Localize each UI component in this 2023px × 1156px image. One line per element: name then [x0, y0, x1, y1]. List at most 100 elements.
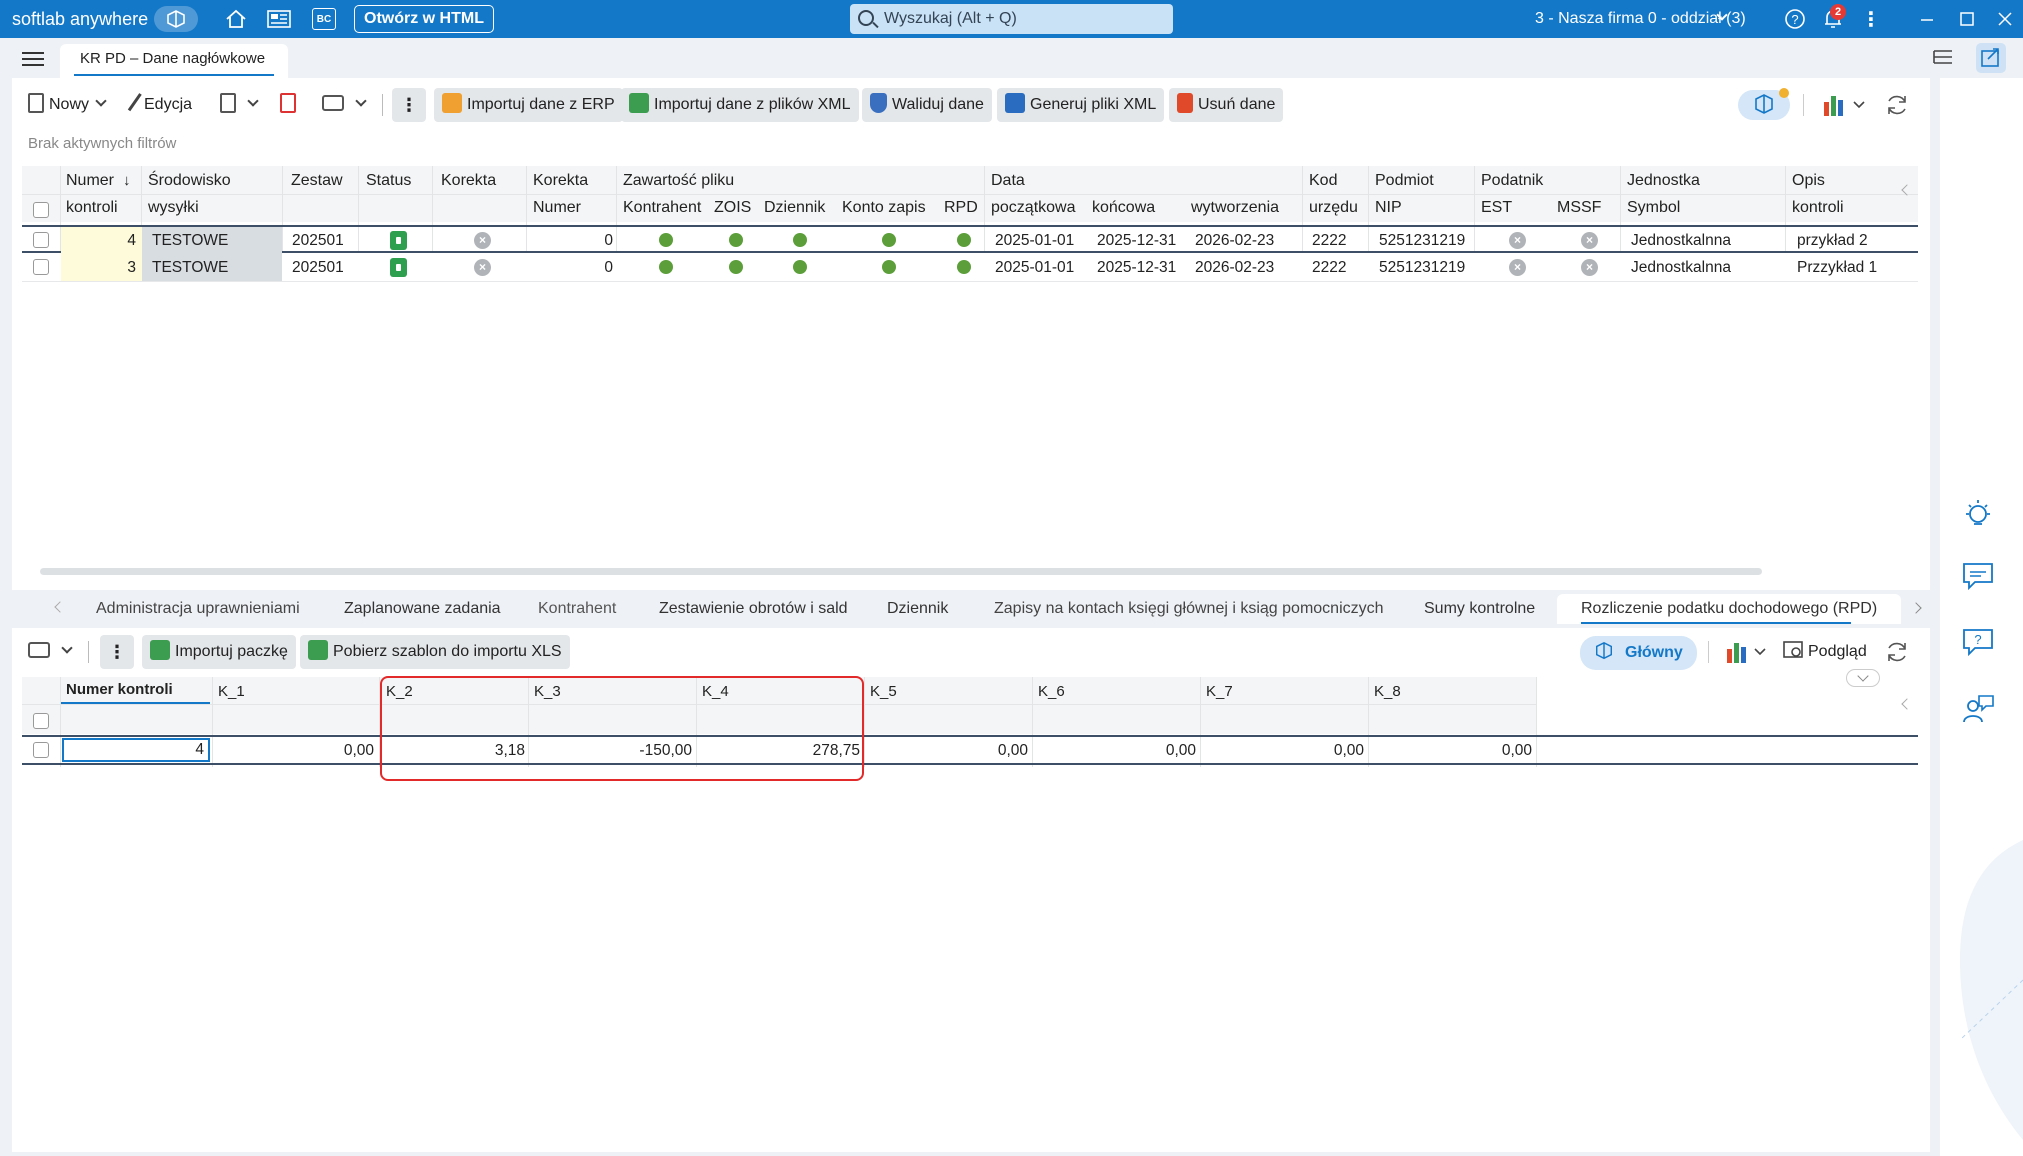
cube-icon[interactable] [154, 6, 198, 32]
chart-icon[interactable] [1822, 92, 1872, 118]
select-all-checkbox[interactable] [33, 202, 49, 218]
col-koncowa[interactable]: końcowa [1092, 199, 1155, 217]
document-info-button[interactable] [212, 88, 265, 122]
maximize-icon[interactable] [1954, 7, 1980, 31]
col-rpd[interactable]: RPD [944, 199, 978, 217]
konto-zapis-dot [882, 260, 896, 274]
col-opis-kontroli[interactable]: kontroli [1792, 199, 1844, 217]
help-chat-icon[interactable]: ? [1961, 626, 1995, 660]
support-agent-icon[interactable] [1961, 692, 1995, 726]
col-kontroli[interactable]: kontroli [66, 199, 118, 217]
refresh-icon[interactable] [1884, 92, 1910, 118]
select-all-checkbox[interactable] [33, 713, 49, 729]
lightbulb-icon[interactable] [1961, 497, 1995, 531]
col-data[interactable]: Data [991, 172, 1025, 190]
tab-zestawienie-obrotow[interactable]: Zestawienie obrotów i sald [659, 594, 848, 624]
tab-zaplanowane-zadania[interactable]: Zaplanowane zadania [344, 594, 501, 624]
import-package-button[interactable]: Importuj paczkę [142, 635, 296, 669]
col-wytworzenia[interactable]: wytworzenia [1191, 199, 1279, 217]
col-korekta-numer[interactable]: Numer [533, 199, 581, 217]
col-zawartosc-pliku[interactable]: Zawartość pliku [623, 172, 734, 190]
col-podmiot[interactable]: Podmiot [1375, 172, 1434, 190]
newspaper-icon[interactable] [266, 7, 292, 31]
col-wysylki[interactable]: wysyłki [148, 199, 199, 217]
col-numer-kontroli[interactable]: Numer kontroli [66, 681, 173, 698]
tab-kr-pd-header[interactable]: KR PD – Dane nagłówkowe [60, 44, 288, 78]
tab-dziennik[interactable]: Dziennik [887, 594, 948, 624]
col-konto-zapis[interactable]: Konto zapis [842, 199, 926, 217]
row-checkbox[interactable] [33, 232, 49, 248]
preview-button[interactable]: Podgląd [1775, 635, 1875, 669]
generate-xml-button[interactable]: Generuj pliki XML [997, 88, 1165, 122]
tree-list-icon[interactable] [1932, 48, 1954, 68]
import-xml-button[interactable]: Importuj dane z plików XML [621, 88, 859, 122]
col-poczatkowa[interactable]: początkowa [991, 199, 1076, 217]
col-mssf[interactable]: MSSF [1557, 199, 1601, 217]
tab-zapisy-na-kontach[interactable]: Zapisy na kontach księgi głównej i ksiąg… [994, 594, 1384, 624]
col-urzedu[interactable]: urzędu [1309, 199, 1358, 217]
col-opis[interactable]: Opis [1792, 172, 1825, 190]
validate-button[interactable]: Waliduj dane [862, 88, 992, 122]
refresh-icon[interactable] [1884, 639, 1910, 665]
col-numer[interactable]: Numer [66, 172, 114, 190]
more-vertical-icon[interactable]: ⋮ [392, 88, 426, 122]
col-korekta[interactable]: Korekta [441, 172, 496, 190]
company-selector[interactable]: 3 - Nasza firma 0 - oddział (3) [1535, 0, 1746, 38]
col-korekta-group[interactable]: Korekta [533, 172, 588, 190]
col-dziennik[interactable]: Dziennik [764, 199, 825, 217]
close-icon[interactable] [1992, 7, 2018, 31]
new-button[interactable]: Nowy [20, 88, 113, 122]
row-checkbox[interactable] [33, 259, 49, 275]
minimize-icon[interactable] [1914, 7, 1940, 31]
edit-button[interactable]: Edycja [125, 88, 200, 122]
tab-administracja[interactable]: Administracja uprawnieniami [96, 594, 300, 624]
print-button[interactable] [314, 88, 373, 122]
col-k7[interactable]: K_7 [1206, 683, 1233, 700]
col-k6[interactable]: K_6 [1038, 683, 1065, 700]
col-nip[interactable]: NIP [1375, 199, 1402, 217]
col-jednostka[interactable]: Jednostka [1627, 172, 1700, 190]
home-icon[interactable] [223, 7, 249, 31]
table-row[interactable]: 4 TESTOWE 202501 × 0 2025-01-01 2025-12-… [22, 225, 1918, 254]
table-row[interactable]: 4 0,00 3,18 -150,00 278,75 0,00 0,00 0,0… [22, 735, 1918, 765]
help-icon[interactable]: ? [1782, 7, 1808, 31]
row-checkbox[interactable] [33, 742, 49, 758]
col-est[interactable]: EST [1481, 199, 1512, 217]
bc-icon[interactable]: BC [312, 8, 336, 30]
import-erp-icon [442, 92, 462, 113]
chat-icon[interactable] [1961, 560, 1995, 594]
col-k1[interactable]: K_1 [218, 683, 245, 700]
sort-arrow-icon[interactable]: ↓ [123, 172, 131, 189]
col-zestaw[interactable]: Zestaw [291, 172, 343, 190]
download-template-button[interactable]: Pobierz szablon do importu XLS [300, 635, 570, 669]
col-zois[interactable]: ZOIS [714, 199, 751, 217]
delete-data-button[interactable]: Usuń dane [1169, 88, 1284, 122]
tab-rozliczenie-rpd[interactable]: Rozliczenie podatku dochodowego (RPD) [1557, 594, 1902, 624]
more-vertical-icon[interactable]: ⋮ [100, 635, 134, 669]
open-html-button[interactable]: Otwórz w HTML [354, 5, 494, 33]
tab-kontrahent[interactable]: Kontrahent [538, 594, 616, 624]
bottom-print-button[interactable] [20, 635, 79, 669]
cell-nip: 5251231219 [1379, 259, 1466, 276]
col-k8[interactable]: K_8 [1374, 683, 1401, 700]
menu-icon[interactable] [22, 52, 44, 66]
col-kod[interactable]: Kod [1309, 172, 1337, 190]
horizontal-scrollbar[interactable] [40, 568, 1762, 575]
tab-sumy-kontrolne[interactable]: Sumy kontrolne [1424, 594, 1535, 624]
chart-icon[interactable] [1725, 639, 1775, 665]
col-kontrahent[interactable]: Kontrahent [623, 199, 701, 217]
collapse-toggle[interactable] [1846, 669, 1880, 687]
share-icon[interactable] [1976, 43, 2006, 73]
cancel-document-button[interactable] [272, 88, 309, 122]
col-symbol[interactable]: Symbol [1627, 199, 1680, 217]
table-row[interactable]: 3 TESTOWE 202501 × 0 2025-01-01 2025-12-… [22, 254, 1918, 282]
main-view-button[interactable]: Główny [1580, 636, 1697, 670]
col-k5[interactable]: K_5 [870, 683, 897, 700]
col-srodowisko[interactable]: Środowisko [148, 172, 231, 190]
col-podatnik[interactable]: Podatnik [1481, 172, 1543, 190]
col-status[interactable]: Status [366, 172, 411, 190]
more-vertical-icon[interactable]: ⋮ [1858, 7, 1884, 31]
cell-numer-kontroli[interactable]: 4 [62, 738, 210, 762]
import-erp-button[interactable]: Importuj dane z ERP [434, 88, 623, 122]
search-input[interactable]: Wyszukaj (Alt + Q) [850, 4, 1173, 34]
